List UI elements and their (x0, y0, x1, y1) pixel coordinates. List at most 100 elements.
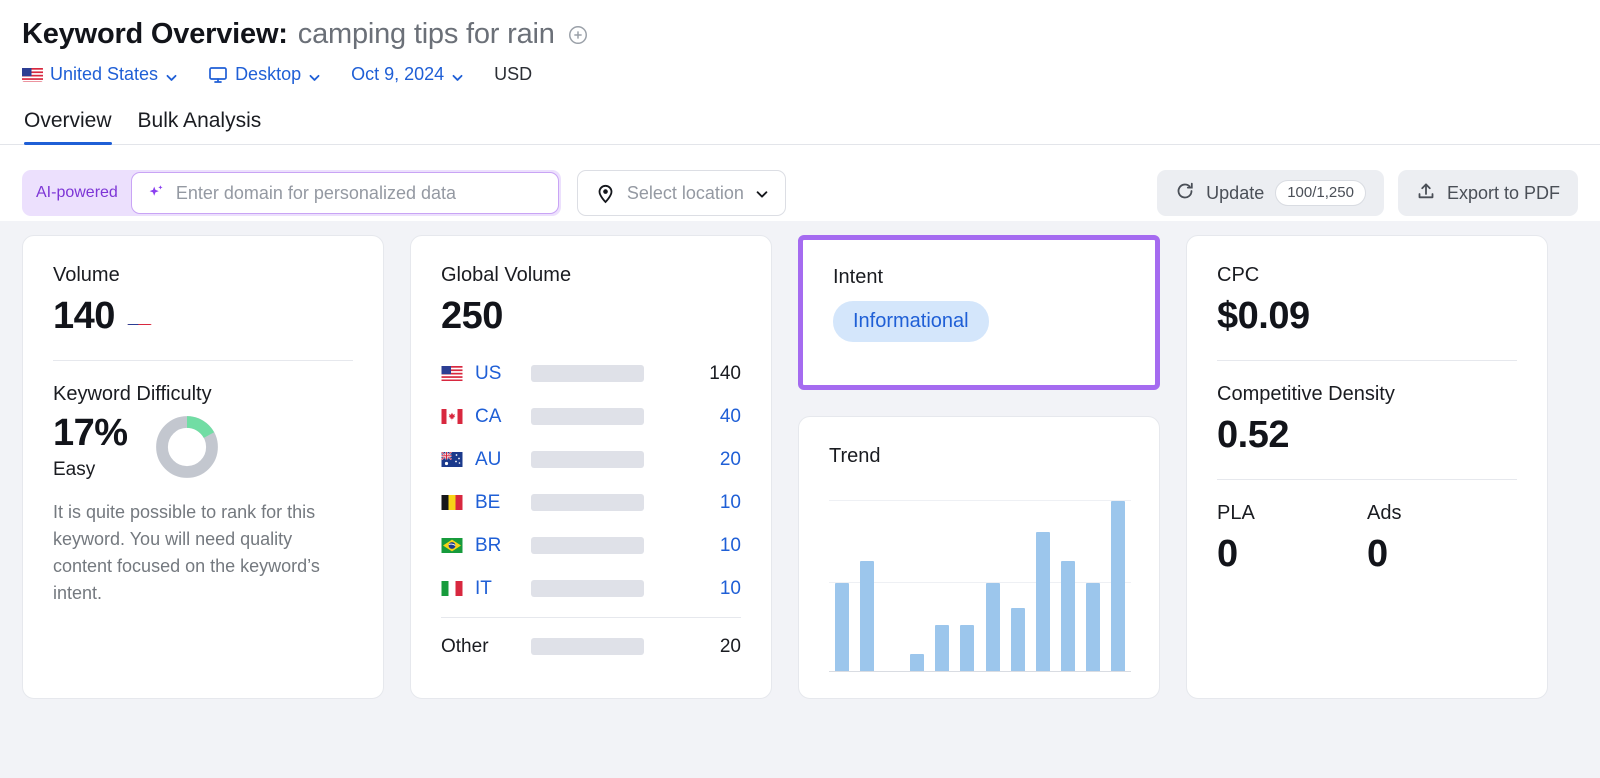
cpc-value: $0.09 (1217, 295, 1517, 338)
global-volume-row[interactable]: CA 40 (441, 395, 741, 438)
tab-bar: Overview Bulk Analysis (22, 109, 1578, 145)
volume-value: 10 (720, 535, 741, 557)
chart-bar-slot[interactable] (930, 501, 955, 671)
chart-bar-slot[interactable] (879, 501, 904, 671)
chart-bar (860, 561, 874, 672)
device-selector[interactable]: Desktop (208, 64, 321, 85)
card-divider (1217, 360, 1517, 361)
cpc-card: CPC $0.09 Competitive Density 0.52 PLA 0… (1186, 235, 1548, 699)
chart-bar-slot[interactable] (1106, 501, 1131, 671)
update-label: Update (1206, 183, 1264, 204)
global-volume-row[interactable]: AU20 (441, 438, 741, 481)
chart-bar-slot[interactable] (1056, 501, 1081, 671)
chart-bar-slot[interactable] (980, 501, 1005, 671)
volume-bar-track (531, 451, 644, 468)
page-title-keyword: camping tips for rain (298, 18, 555, 51)
keyword-overview-page: Keyword Overview: camping tips for rain (0, 0, 1600, 778)
volume-bar-track (531, 494, 644, 511)
currency-label-wrap: USD (494, 64, 532, 85)
chart-bar (1086, 583, 1100, 671)
intent-trend-column: Intent Informational Trend (798, 235, 1160, 699)
keyword-difficulty-donut (154, 414, 220, 480)
volume-value: 10 (720, 492, 741, 514)
ai-powered-domain-group: AI-powered Enter domain for personalized… (22, 170, 561, 216)
device-label: Desktop (235, 64, 301, 85)
plus-circle-icon[interactable] (567, 24, 589, 46)
us-flag-icon (441, 366, 475, 381)
card-divider (1217, 479, 1517, 480)
country-code: BE (475, 492, 531, 514)
volume-bar-track (531, 580, 644, 597)
volume-value: 40 (720, 406, 741, 428)
domain-input-placeholder: Enter domain for personalized data (176, 183, 456, 204)
volume-bar-track (531, 365, 644, 382)
header-meta-row: United States Desktop Oct 9, 2024 (22, 64, 1578, 85)
date-label: Oct 9, 2024 (351, 64, 444, 85)
export-upload-icon (1416, 181, 1436, 206)
chart-bar (935, 625, 949, 671)
intent-card[interactable]: Intent Informational (798, 235, 1160, 390)
global-volume-row[interactable]: BR10 (441, 524, 741, 567)
pla-value: 0 (1217, 533, 1367, 576)
keyword-difficulty-value: 17% (53, 412, 128, 455)
export-pdf-button[interactable]: Export to PDF (1398, 170, 1578, 216)
domain-input-wrapper[interactable]: Enter domain for personalized data (131, 172, 559, 214)
br-flag-icon (441, 538, 475, 553)
chart-bar-slot[interactable] (1030, 501, 1055, 671)
global-volume-country-list: US140CA40AU20BE10BR10IT10 (441, 352, 741, 610)
card-divider (53, 360, 353, 361)
export-pdf-label: Export to PDF (1447, 183, 1560, 204)
chart-bar-slot[interactable] (955, 501, 980, 671)
tab-overview[interactable]: Overview (24, 109, 112, 145)
chart-bar (910, 654, 924, 671)
global-volume-card: Global Volume 250 US140CA40AU20BE10BR10I… (410, 235, 772, 699)
location-pin-icon (595, 183, 616, 204)
intent-chip[interactable]: Informational (833, 301, 989, 342)
metrics-grid: Volume 140 (0, 221, 1600, 699)
volume-value: 140 (709, 363, 741, 385)
chart-bar-slot[interactable] (1005, 501, 1030, 671)
ca-flag-icon (441, 409, 475, 424)
chart-bar-slot[interactable] (905, 501, 930, 671)
global-volume-row[interactable]: BE 10 (441, 481, 741, 524)
country-label: United States (50, 64, 158, 85)
sparkle-icon (146, 183, 166, 203)
volume-bar-track (531, 537, 644, 554)
ads-metric: Ads 0 (1367, 502, 1517, 576)
cpc-label: CPC (1217, 264, 1517, 287)
tab-bulk-analysis-label: Bulk Analysis (138, 109, 262, 132)
tab-bulk-analysis[interactable]: Bulk Analysis (138, 109, 262, 145)
chart-bar (1111, 501, 1125, 671)
chart-bar-slot[interactable] (829, 501, 854, 671)
global-volume-label: Global Volume (441, 264, 741, 287)
keyword-difficulty-description: It is quite possible to rank for this ke… (53, 499, 353, 607)
date-selector[interactable]: Oct 9, 2024 (351, 64, 464, 85)
country-code: CA (475, 406, 531, 428)
competitive-density-value: 0.52 (1217, 414, 1517, 457)
other-bar-track (531, 638, 644, 655)
country-selector[interactable]: United States (22, 64, 178, 85)
it-flag-icon (441, 581, 475, 596)
chart-bar-slot[interactable] (1081, 501, 1106, 671)
be-flag-icon (441, 495, 475, 510)
chart-bar (835, 583, 849, 671)
other-value: 20 (720, 636, 741, 658)
ai-powered-badge: AI-powered (36, 184, 131, 202)
update-button[interactable]: Update 100/1,250 (1157, 170, 1384, 216)
chart-bar (986, 583, 1000, 671)
other-label: Other (441, 636, 531, 658)
volume-value: 20 (720, 449, 741, 471)
select-location-button[interactable]: Select location (577, 170, 786, 216)
keyword-difficulty-label: Keyword Difficulty (53, 383, 353, 406)
competitive-density-label: Competitive Density (1217, 383, 1517, 406)
chart-bar (1036, 532, 1050, 671)
global-volume-row[interactable]: US140 (441, 352, 741, 395)
volume-value-row: 140 (53, 295, 353, 338)
chevron-down-icon (308, 68, 321, 81)
trend-chart (829, 490, 1131, 672)
global-volume-divider (441, 617, 741, 618)
volume-value: 10 (720, 578, 741, 600)
global-volume-row[interactable]: IT10 (441, 567, 741, 610)
chart-bar-slot[interactable] (854, 501, 879, 671)
trend-label: Trend (829, 445, 1129, 468)
